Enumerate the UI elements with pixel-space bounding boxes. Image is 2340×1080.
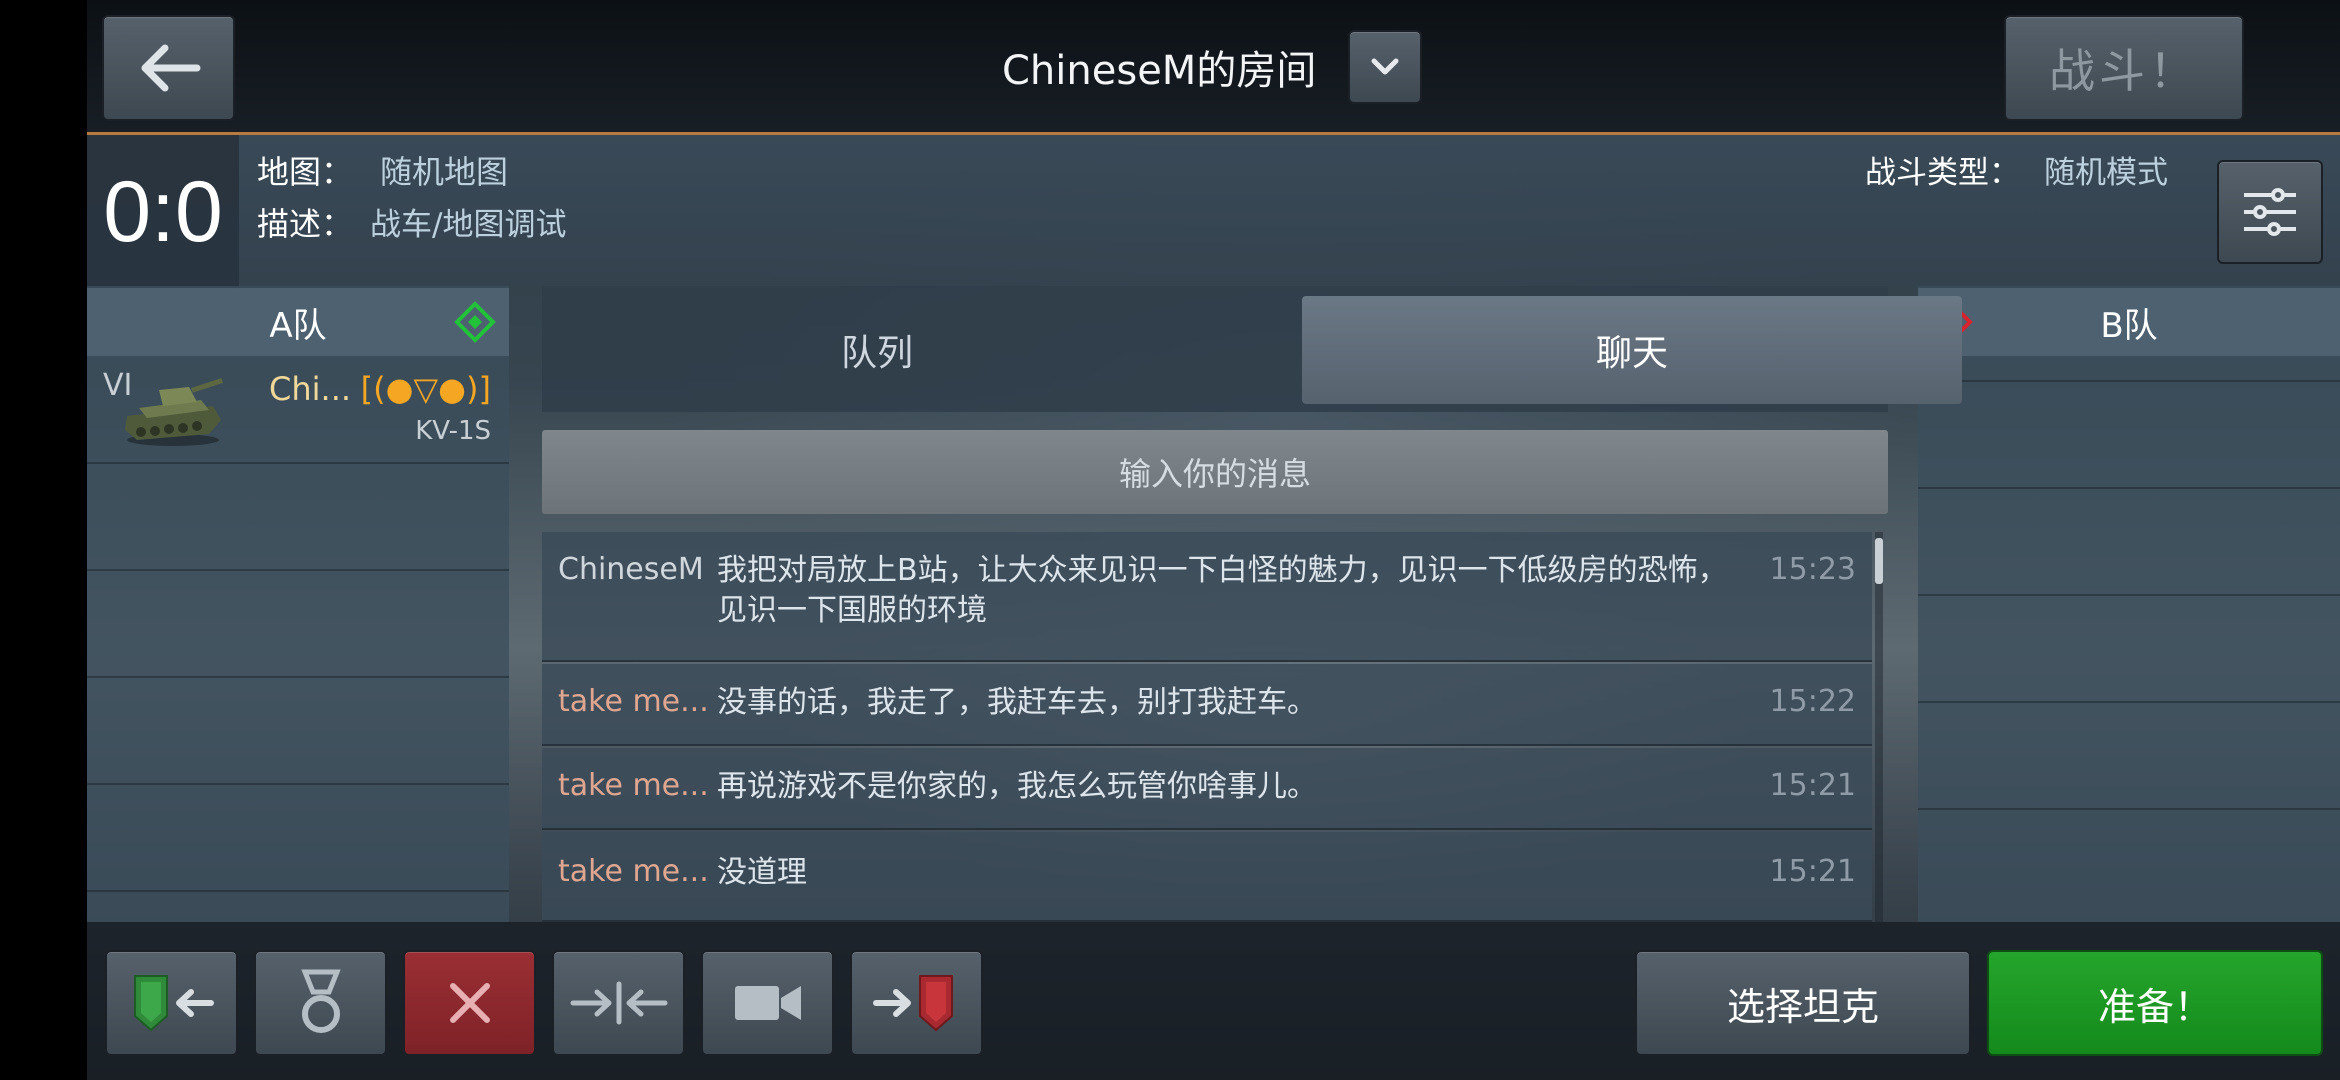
score: 0:0 <box>87 135 239 289</box>
battle-type-value: 随机模式 <box>2044 155 2168 191</box>
chevron-down-icon <box>1371 58 1399 75</box>
team-a-header: A队 <box>87 288 509 356</box>
chat-username: take me... <box>558 768 709 803</box>
team-a-name: A队 <box>269 305 327 346</box>
row-divider <box>87 783 509 785</box>
chat-text: 再说游戏不是你家的，我怎么玩管你啥事儿。 <box>717 769 1317 804</box>
room-title: ChineseM的房间 <box>1002 48 1317 94</box>
team-b-header: B队 <box>1918 288 2340 356</box>
chat-message-input[interactable]: 输入你的消息 <box>542 430 1888 514</box>
exit-team-icon <box>133 975 214 1032</box>
merge-arrows-icon <box>570 981 667 1025</box>
row-divider <box>1918 701 2340 703</box>
team-a-panel: A队 VI Chi... [(●▽●)] KV-1S <box>87 286 509 922</box>
team-b-panel: B队 <box>1918 286 2340 922</box>
room-dropdown-button[interactable] <box>1348 30 1422 104</box>
chat-list: ChineseM 我把对局放上B站，让大众来见识一下白怪的魅力，见识一下低级房的… <box>542 532 1888 922</box>
chat-text: 没事的话，我走了，我赶车去，别打我赶车。 <box>717 685 1317 720</box>
bottom-bar: 选择坦克 准备！ <box>87 922 2340 1080</box>
ready-label: 准备！ <box>2097 984 2212 1029</box>
kick-button[interactable] <box>403 950 536 1056</box>
chat-message: take me... 没事的话，我走了，我赶车去，别打我赶车。 15:22 <box>542 664 1872 746</box>
enter-team-button[interactable] <box>850 950 983 1056</box>
chat-time: 15:23 <box>1769 552 1856 587</box>
chat-message: ChineseM 我把对局放上B站，让大众来见识一下白怪的魅力，见识一下低级房的… <box>542 532 1872 662</box>
chat-text: 见识一下国服的环境 <box>717 593 987 628</box>
sliders-icon <box>2244 188 2296 236</box>
top-bar: ChineseM的房间 战斗！ <box>87 0 2340 132</box>
team-a-player-row[interactable]: VI Chi... [(●▽●)] KV-1S <box>87 358 509 464</box>
row-divider <box>87 676 509 678</box>
battle-type-label: 战斗类型： <box>1865 155 2020 191</box>
tab-chat[interactable]: 聊天 <box>1302 296 1962 404</box>
team-a-diamond-icon <box>454 301 496 343</box>
center-panel: 队列 聊天 输入你的消息 ChineseM 我把对局放上B站，让大众来见识一下白… <box>542 286 1962 922</box>
tank-icon <box>125 378 223 446</box>
chat-username: ChineseM <box>558 552 704 587</box>
enter-team-icon <box>872 975 953 1032</box>
row-divider <box>1918 594 2340 596</box>
close-icon <box>449 983 490 1023</box>
map-value: 随机地图 <box>380 153 509 191</box>
exit-team-button[interactable] <box>105 950 238 1056</box>
row-divider <box>87 462 509 464</box>
ready-button[interactable]: 准备！ <box>1987 950 2323 1056</box>
row-divider <box>1918 380 2340 382</box>
back-button[interactable] <box>102 15 235 121</box>
back-arrow-icon <box>141 44 200 92</box>
medal-icon <box>300 969 341 1033</box>
description-label: 描述： <box>257 205 354 243</box>
chat-scroll-thumb[interactable] <box>1875 538 1883 584</box>
tab-bar: 队列 聊天 <box>542 286 1962 412</box>
row-divider <box>1918 487 2340 489</box>
spectate-button[interactable] <box>701 950 834 1056</box>
chat-username: take me... <box>558 684 709 719</box>
chat-username: take me... <box>558 854 709 889</box>
chat-text: 没道理 <box>717 855 807 890</box>
swap-teams-button[interactable] <box>552 950 685 1056</box>
select-tank-label: 选择坦克 <box>1726 984 1879 1029</box>
row-divider <box>1918 808 2340 810</box>
chat-message: take me... 没道理 15:21 <box>542 832 1872 922</box>
chat-time: 15:22 <box>1769 684 1856 719</box>
chat-text: 我把对局放上B站，让大众来见识一下白怪的魅力，见识一下低级房的恐怖， <box>717 553 1728 588</box>
clan-tag: [(●▽●)] <box>360 370 491 408</box>
room-info-bar: 0:0 地图： 随机地图 描述： 战车/地图调试 战斗类型： 随机模式 <box>87 132 2340 289</box>
camera-icon <box>734 986 801 1020</box>
tab-queue[interactable]: 队列 <box>542 296 1212 404</box>
chat-message: take me... 再说游戏不是你家的，我怎么玩管你啥事儿。 15:21 <box>542 748 1872 830</box>
select-tank-button[interactable]: 选择坦克 <box>1635 950 1971 1056</box>
medal-button[interactable] <box>254 950 387 1056</box>
chat-time: 15:21 <box>1769 854 1856 889</box>
map-label: 地图： <box>257 153 354 191</box>
fight-button-label: 战斗！ <box>2049 44 2199 98</box>
row-divider <box>87 569 509 571</box>
room-settings-button[interactable] <box>2217 160 2323 264</box>
game-room-screen: ChineseM的房间 战斗！ 0:0 地图： 随机地图 描述： 战车/地图调试… <box>87 0 2340 1080</box>
description-value: 战车/地图调试 <box>370 207 567 243</box>
chat-time: 15:21 <box>1769 768 1856 803</box>
row-divider <box>87 890 509 892</box>
tank-name: KV-1S <box>415 416 491 446</box>
fight-button[interactable]: 战斗！ <box>2004 15 2244 121</box>
team-b-name: B队 <box>2100 305 2158 346</box>
chat-scrollbar[interactable] <box>1875 532 1883 922</box>
player-name: Chi... <box>269 370 352 408</box>
